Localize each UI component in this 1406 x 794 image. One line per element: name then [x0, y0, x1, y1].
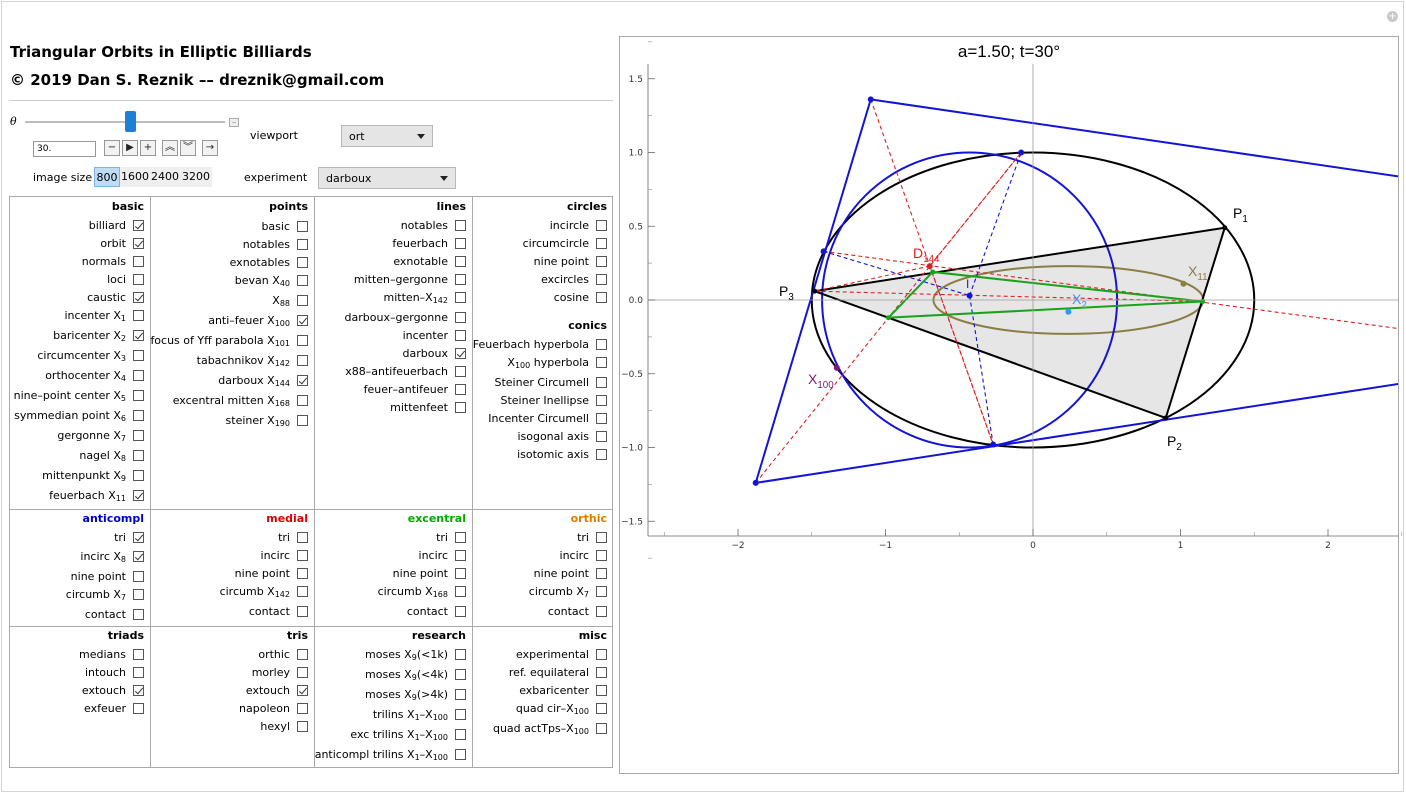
checkbox-row-triads[interactable]: extouch: [82, 681, 150, 699]
checkbox[interactable]: [596, 666, 607, 678]
checkbox-label: moses X9(<1k): [365, 647, 448, 662]
checkbox[interactable]: [455, 728, 466, 740]
checkbox[interactable]: [133, 648, 144, 660]
checkbox-row-research[interactable]: anticompl trilins X1–X100: [315, 745, 472, 763]
checkbox-label: trilins X1–X100: [372, 707, 448, 722]
checkbox-label: moses X9(<4k): [365, 667, 448, 682]
checkbox-label: quad cir–X100: [515, 701, 589, 716]
checkbox[interactable]: [455, 688, 466, 700]
checkbox[interactable]: [455, 748, 466, 760]
checkbox-label: hexyl: [260, 719, 290, 733]
checkbox[interactable]: [455, 668, 466, 680]
checkbox-row-research[interactable]: moses X9(<1k): [365, 645, 472, 663]
group-title-tris: tris: [286, 629, 308, 642]
checkbox-row-tris[interactable]: hexyl: [260, 717, 314, 735]
group-tris: tris orthic morley extouch napoleon hexyl: [150, 0, 314, 794]
group-misc: misc experimental ref. equilateral exbarice…: [472, 0, 613, 794]
checkbox-row-tris[interactable]: orthic: [258, 645, 314, 663]
checkbox-row-misc[interactable]: ref. equilateral: [509, 663, 613, 681]
group-triads: triads medians intouch extouch exfeuer: [10, 0, 150, 794]
checkbox[interactable]: [133, 702, 144, 714]
checkbox-label: experimental: [516, 647, 589, 661]
group-research: research moses X9(<1k) moses X9(<4k) moses …: [314, 0, 472, 794]
checkbox-row-tris[interactable]: extouch: [246, 681, 314, 699]
checkbox-row-misc[interactable]: quad cir–X100: [516, 699, 613, 717]
checkbox-label: exfeuer: [84, 701, 126, 715]
checkbox-row-misc[interactable]: experimental: [516, 645, 613, 663]
checkbox-row-misc[interactable]: quad actTps–X100: [493, 719, 613, 737]
checkbox-label: exbaricenter: [519, 683, 589, 697]
checkbox-label: napoleon: [239, 701, 290, 715]
checkbox-label: exc trilins X1–X100: [350, 727, 448, 742]
checkbox[interactable]: [596, 722, 607, 734]
checkbox[interactable]: [455, 648, 466, 660]
checkbox[interactable]: [596, 702, 607, 714]
checkbox-row-tris[interactable]: napoleon: [239, 699, 314, 717]
close-icon[interactable]: +: [1387, 11, 1398, 22]
checkbox-row-research[interactable]: trilins X1–X100: [373, 705, 472, 723]
checkbox[interactable]: [455, 708, 466, 720]
checkbox-label: intouch: [84, 665, 126, 679]
checkbox-label: morley: [251, 665, 290, 679]
checkbox-label: extouch: [81, 683, 126, 697]
checkbox-label: orthic: [258, 647, 290, 661]
checkbox-label: extouch: [245, 683, 290, 697]
checkbox-row-triads[interactable]: intouch: [85, 663, 150, 681]
plot-area: [619, 36, 1399, 774]
checkbox[interactable]: [133, 666, 144, 678]
group-title-misc: misc: [578, 629, 607, 642]
checkbox[interactable]: [596, 684, 607, 696]
checkbox-label: anticompl trilins X1–X100: [314, 747, 448, 762]
checkbox-label: ref. equilateral: [508, 665, 589, 679]
checkbox[interactable]: [297, 702, 308, 714]
checkbox[interactable]: [297, 648, 308, 660]
group-title-research: research: [411, 629, 466, 642]
plot-title: a=1.50; t=30°: [957, 42, 1061, 61]
checkbox-label: quad actTps–X100: [492, 721, 589, 736]
checkbox-row-research[interactable]: moses X9(<4k): [365, 665, 472, 683]
checkbox-row-research[interactable]: exc trilins X1–X100: [350, 725, 472, 743]
checkbox-label: moses X9(>4k): [365, 687, 448, 702]
checkbox-row-tris[interactable]: morley: [252, 663, 314, 681]
checkbox-row-triads[interactable]: exfeuer: [84, 699, 150, 717]
checkbox-row-misc[interactable]: exbaricenter: [519, 681, 613, 699]
group-title-triads: triads: [107, 629, 144, 642]
checkbox-row-triads[interactable]: medians: [79, 645, 150, 663]
checkbox[interactable]: [596, 648, 607, 660]
checkbox-row-research[interactable]: moses X9(>4k): [365, 685, 472, 703]
checkbox[interactable]: [297, 666, 308, 678]
checkbox-label: medians: [79, 647, 126, 661]
checkbox[interactable]: [297, 720, 308, 732]
checkbox-checked[interactable]: [133, 684, 144, 696]
checkbox-checked[interactable]: [297, 684, 308, 696]
